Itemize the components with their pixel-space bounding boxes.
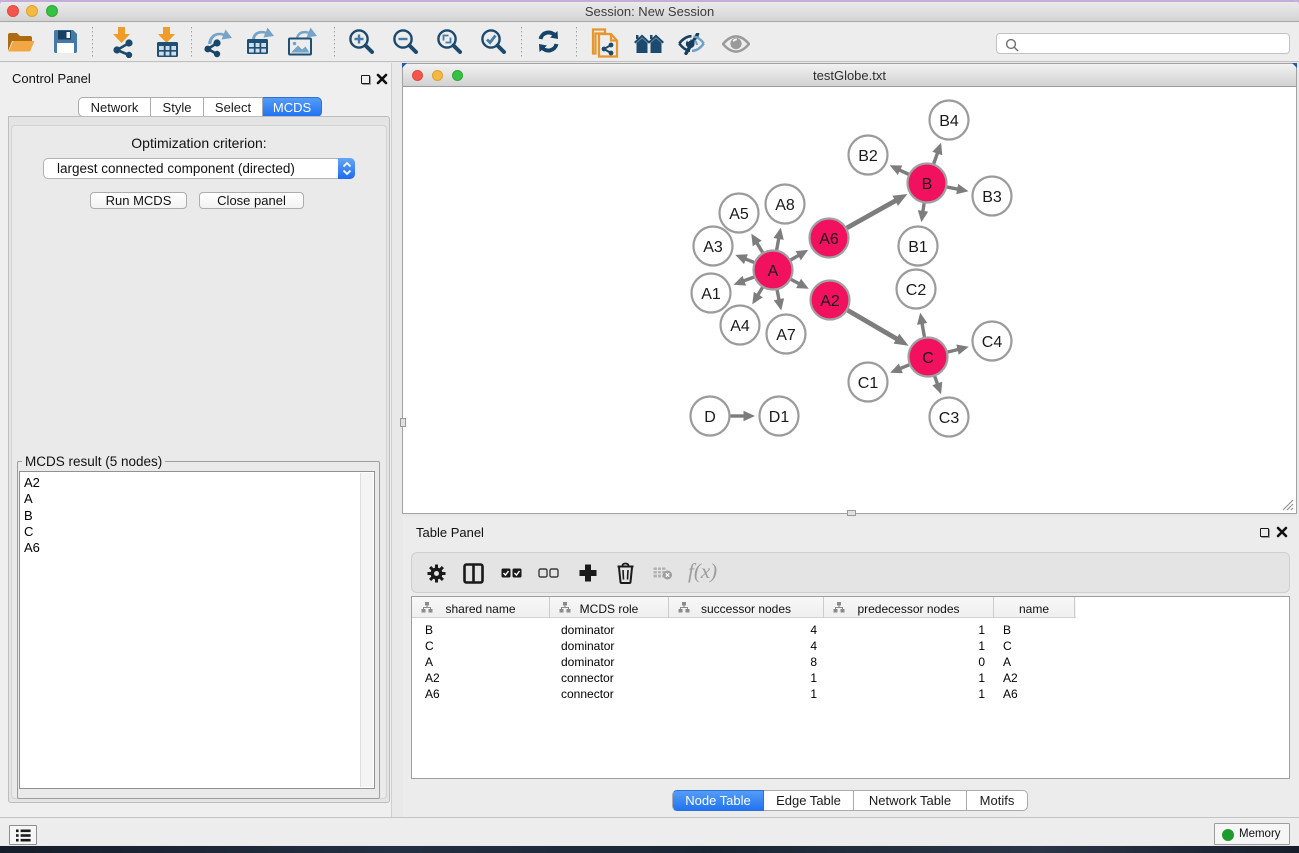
svg-text:A4: A4 <box>730 318 750 335</box>
svg-text:B2: B2 <box>858 148 878 165</box>
svg-text:A6: A6 <box>819 231 839 248</box>
svg-text:D1: D1 <box>769 409 790 426</box>
svg-text:A3: A3 <box>703 239 723 256</box>
svg-text:C: C <box>922 350 934 367</box>
svg-text:C3: C3 <box>939 410 960 427</box>
svg-text:B3: B3 <box>982 189 1002 206</box>
svg-text:B4: B4 <box>939 113 959 130</box>
svg-text:C2: C2 <box>906 282 927 299</box>
svg-text:C1: C1 <box>858 375 879 392</box>
svg-text:A2: A2 <box>820 293 840 310</box>
svg-text:B1: B1 <box>908 239 928 256</box>
svg-text:A5: A5 <box>729 206 749 223</box>
svg-text:C4: C4 <box>982 334 1003 351</box>
svg-text:A8: A8 <box>775 197 795 214</box>
svg-text:A1: A1 <box>701 286 721 303</box>
svg-text:A7: A7 <box>776 327 796 344</box>
svg-text:A: A <box>768 263 779 280</box>
svg-text:B: B <box>922 176 933 193</box>
svg-text:D: D <box>704 409 716 426</box>
